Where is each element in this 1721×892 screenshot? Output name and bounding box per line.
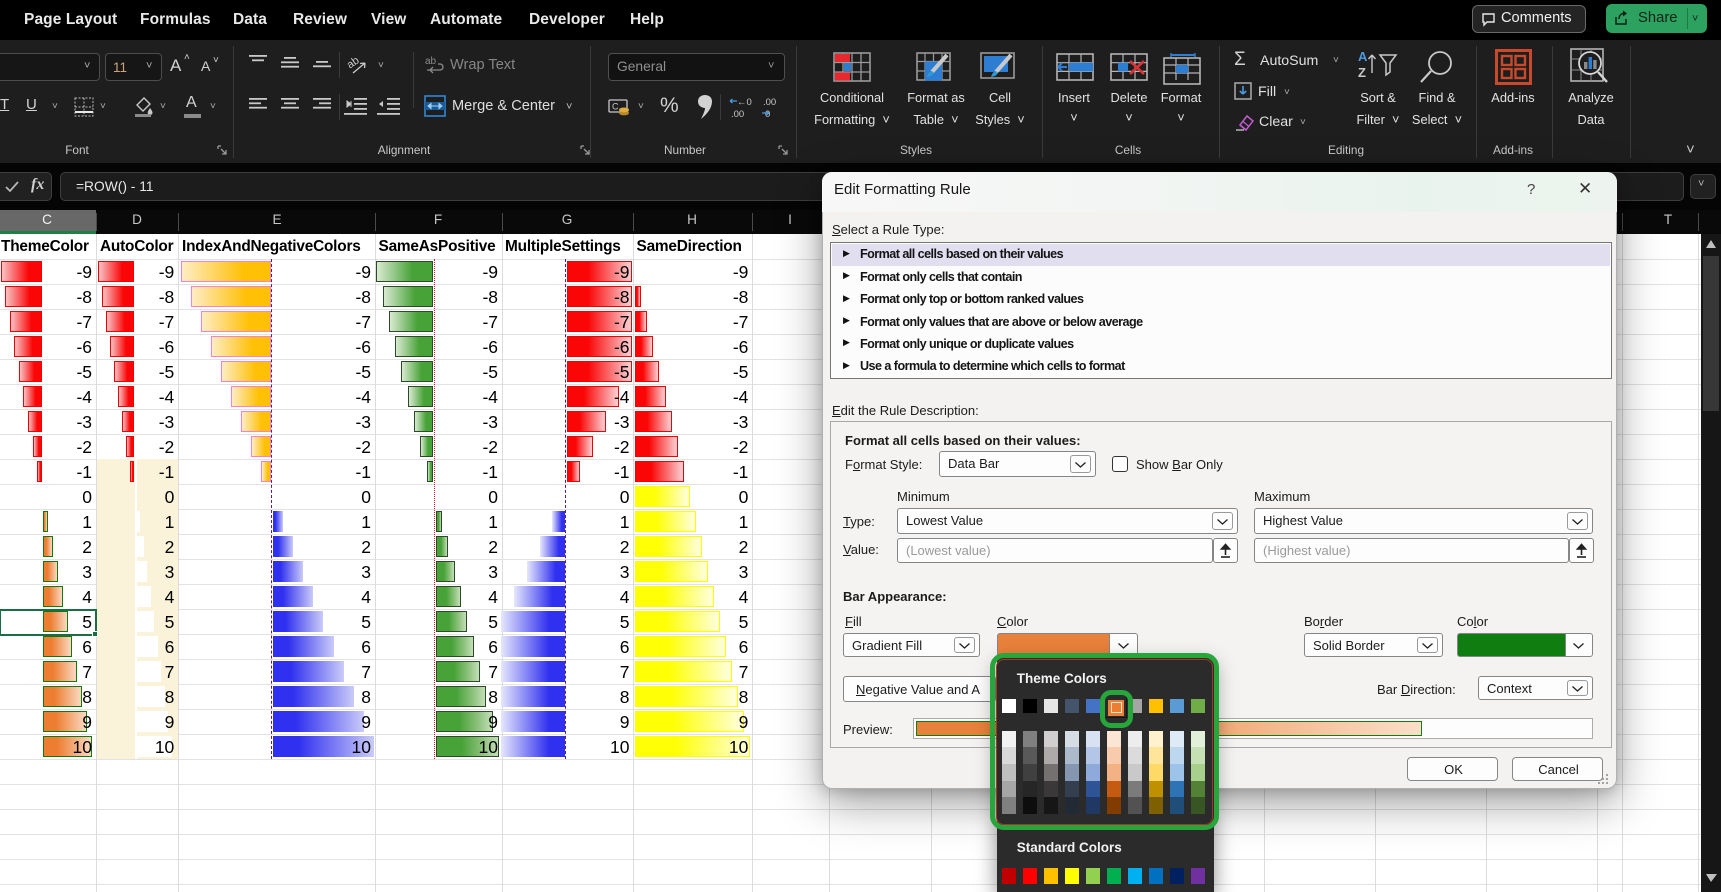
svg-text:A: A [1358,49,1368,64]
svg-text:C: C [612,102,619,112]
svg-text:←0: ←0 [737,97,752,108]
svg-text:ab: ab [345,54,362,71]
svg-text:Z: Z [1358,65,1366,80]
svg-text:.00: .00 [763,97,776,108]
svg-text:.00: .00 [731,109,744,120]
svg-text:ab: ab [425,56,437,67]
